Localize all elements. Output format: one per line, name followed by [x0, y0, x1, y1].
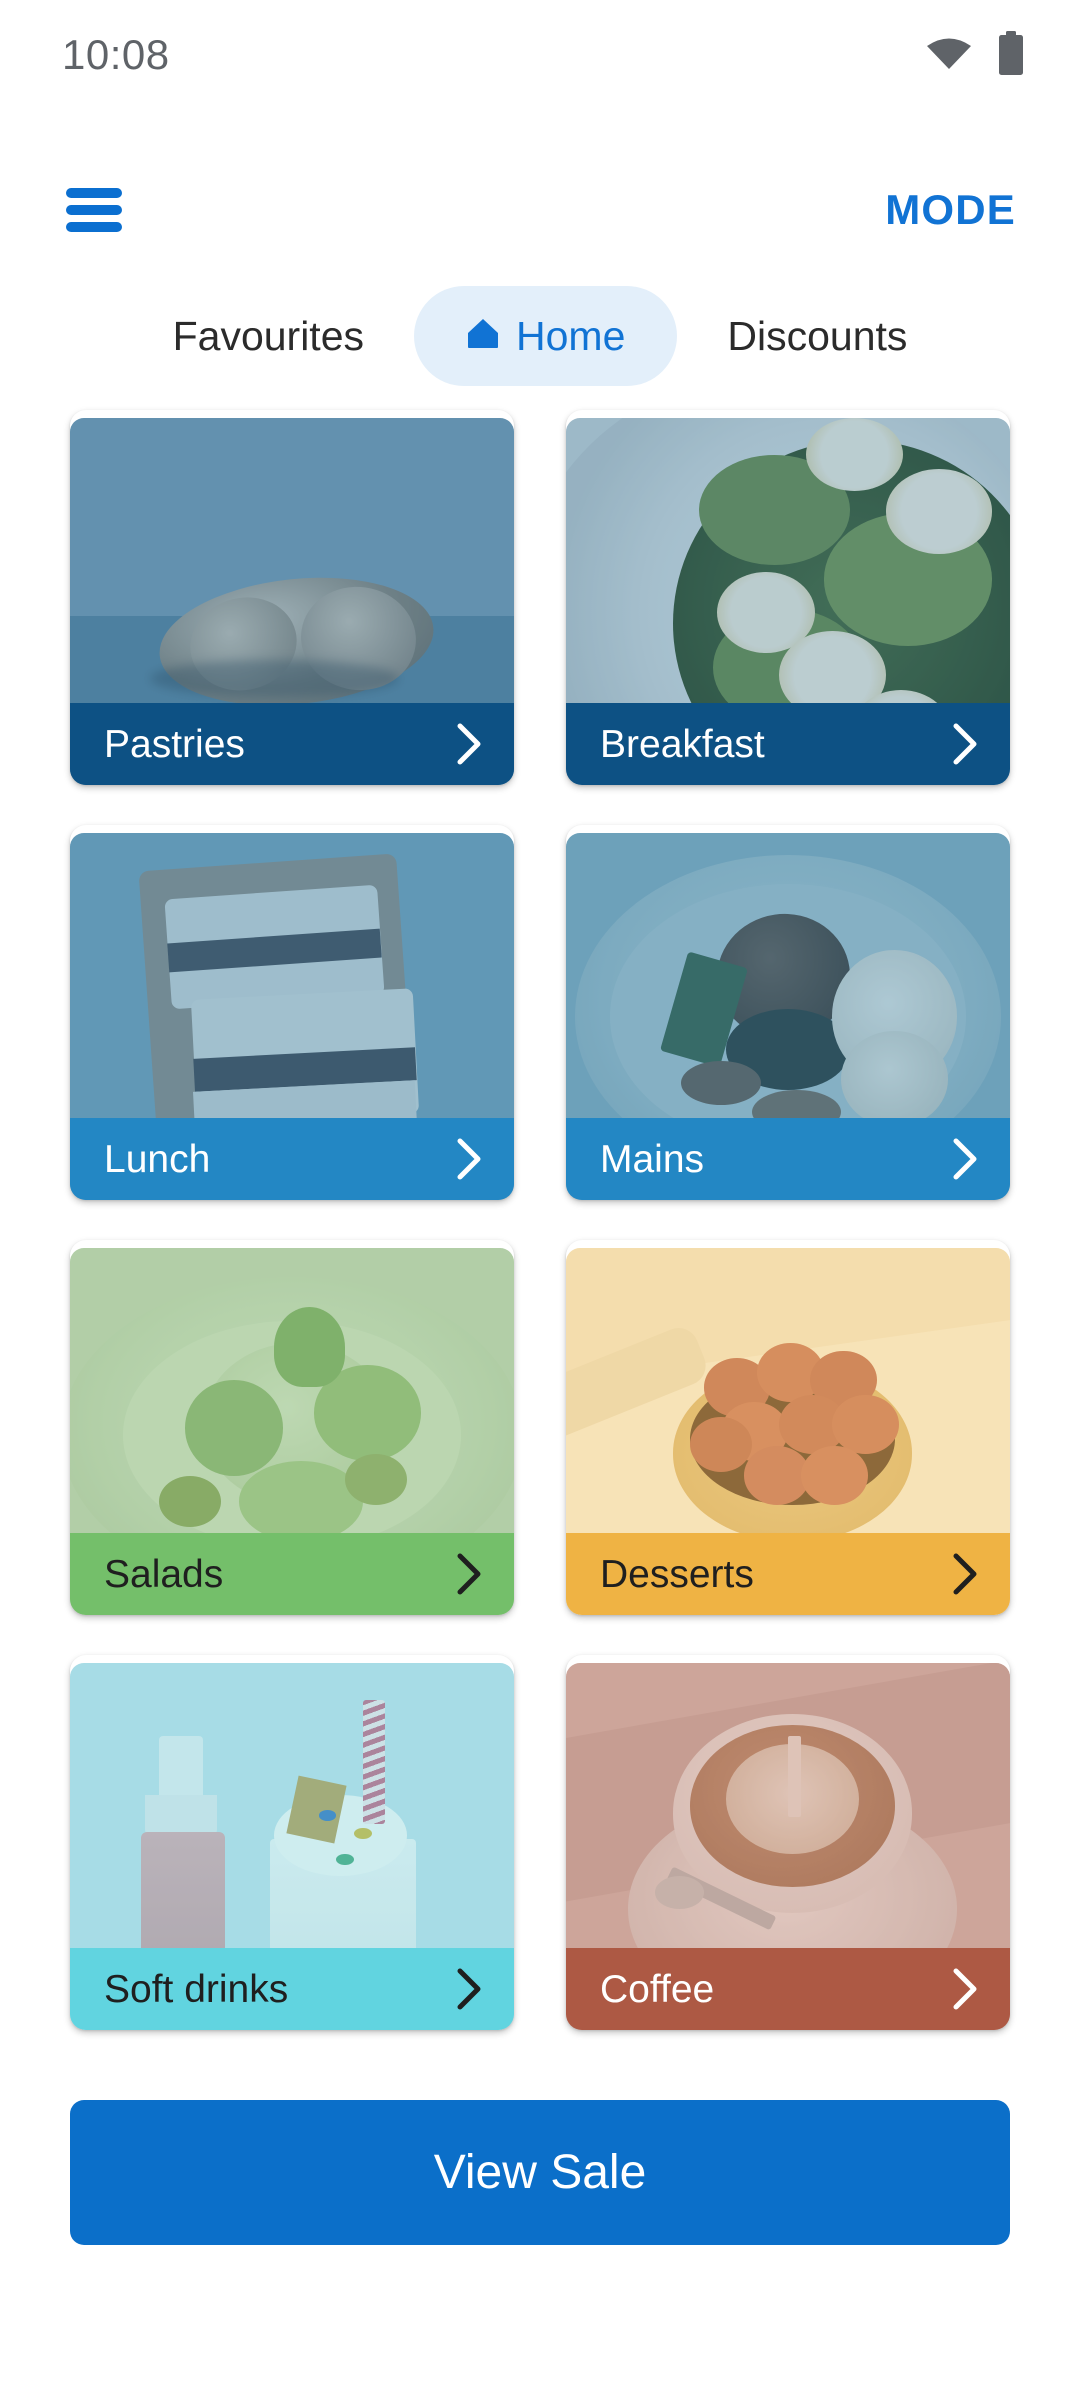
app-bar: MODE: [0, 150, 1080, 270]
card-footer: Breakfast: [566, 703, 1010, 785]
category-card-coffee[interactable]: Coffee: [566, 1655, 1010, 2030]
card-footer: Salads: [70, 1533, 514, 1615]
hamburger-menu-icon[interactable]: [66, 188, 122, 232]
status-icons: [926, 30, 1024, 80]
card-footer: Soft drinks: [70, 1948, 514, 2030]
chevron-right-icon: [950, 1137, 980, 1181]
tab-discounts-label: Discounts: [727, 312, 908, 359]
category-label: Soft drinks: [104, 1967, 289, 2011]
tab-favourites[interactable]: Favourites: [129, 286, 408, 386]
tab-bar: Favourites Home Discounts: [0, 282, 1080, 390]
category-label: Lunch: [104, 1137, 211, 1181]
battery-icon: [998, 30, 1024, 80]
category-card-pastries[interactable]: Pastries: [70, 410, 514, 785]
status-time: 10:08: [62, 31, 170, 78]
tab-home-label: Home: [516, 312, 626, 359]
category-grid: Pastries Breakfast Lunch Mains Salads De…: [70, 410, 1010, 2030]
category-card-lunch[interactable]: Lunch: [70, 825, 514, 1200]
view-sale-button[interactable]: View Sale: [70, 2100, 1010, 2245]
chevron-right-icon: [950, 1967, 980, 2011]
category-card-mains[interactable]: Mains: [566, 825, 1010, 1200]
chevron-right-icon: [454, 1552, 484, 1596]
tab-discounts[interactable]: Discounts: [683, 286, 951, 386]
category-card-soft-drinks[interactable]: Soft drinks: [70, 1655, 514, 2030]
category-card-breakfast[interactable]: Breakfast: [566, 410, 1010, 785]
chevron-right-icon: [454, 1137, 484, 1181]
category-label: Desserts: [600, 1552, 754, 1596]
category-label: Mains: [600, 1137, 705, 1181]
category-card-desserts[interactable]: Desserts: [566, 1240, 1010, 1615]
app-screen: 10:08 MODE Favourites Home Discounts Pas…: [0, 0, 1080, 2400]
category-label: Pastries: [104, 722, 245, 766]
category-label: Breakfast: [600, 722, 765, 766]
status-bar: 10:08: [0, 0, 1080, 110]
category-label: Salads: [104, 1552, 224, 1596]
category-label: Coffee: [600, 1967, 715, 2011]
chevron-right-icon: [950, 1552, 980, 1596]
tab-favourites-label: Favourites: [172, 312, 365, 359]
wifi-icon: [926, 36, 972, 75]
chevron-right-icon: [454, 1967, 484, 2011]
home-icon: [466, 313, 500, 360]
card-footer: Coffee: [566, 1948, 1010, 2030]
card-footer: Lunch: [70, 1118, 514, 1200]
card-footer: Mains: [566, 1118, 1010, 1200]
mode-button[interactable]: MODE: [885, 186, 1016, 234]
hamburger-bar-3: [66, 222, 122, 232]
chevron-right-icon: [950, 722, 980, 766]
card-footer: Desserts: [566, 1533, 1010, 1615]
hamburger-bar-2: [66, 205, 122, 215]
hamburger-bar-1: [66, 188, 122, 198]
tab-home[interactable]: Home: [414, 286, 678, 386]
chevron-right-icon: [454, 722, 484, 766]
category-card-salads[interactable]: Salads: [70, 1240, 514, 1615]
card-footer: Pastries: [70, 703, 514, 785]
